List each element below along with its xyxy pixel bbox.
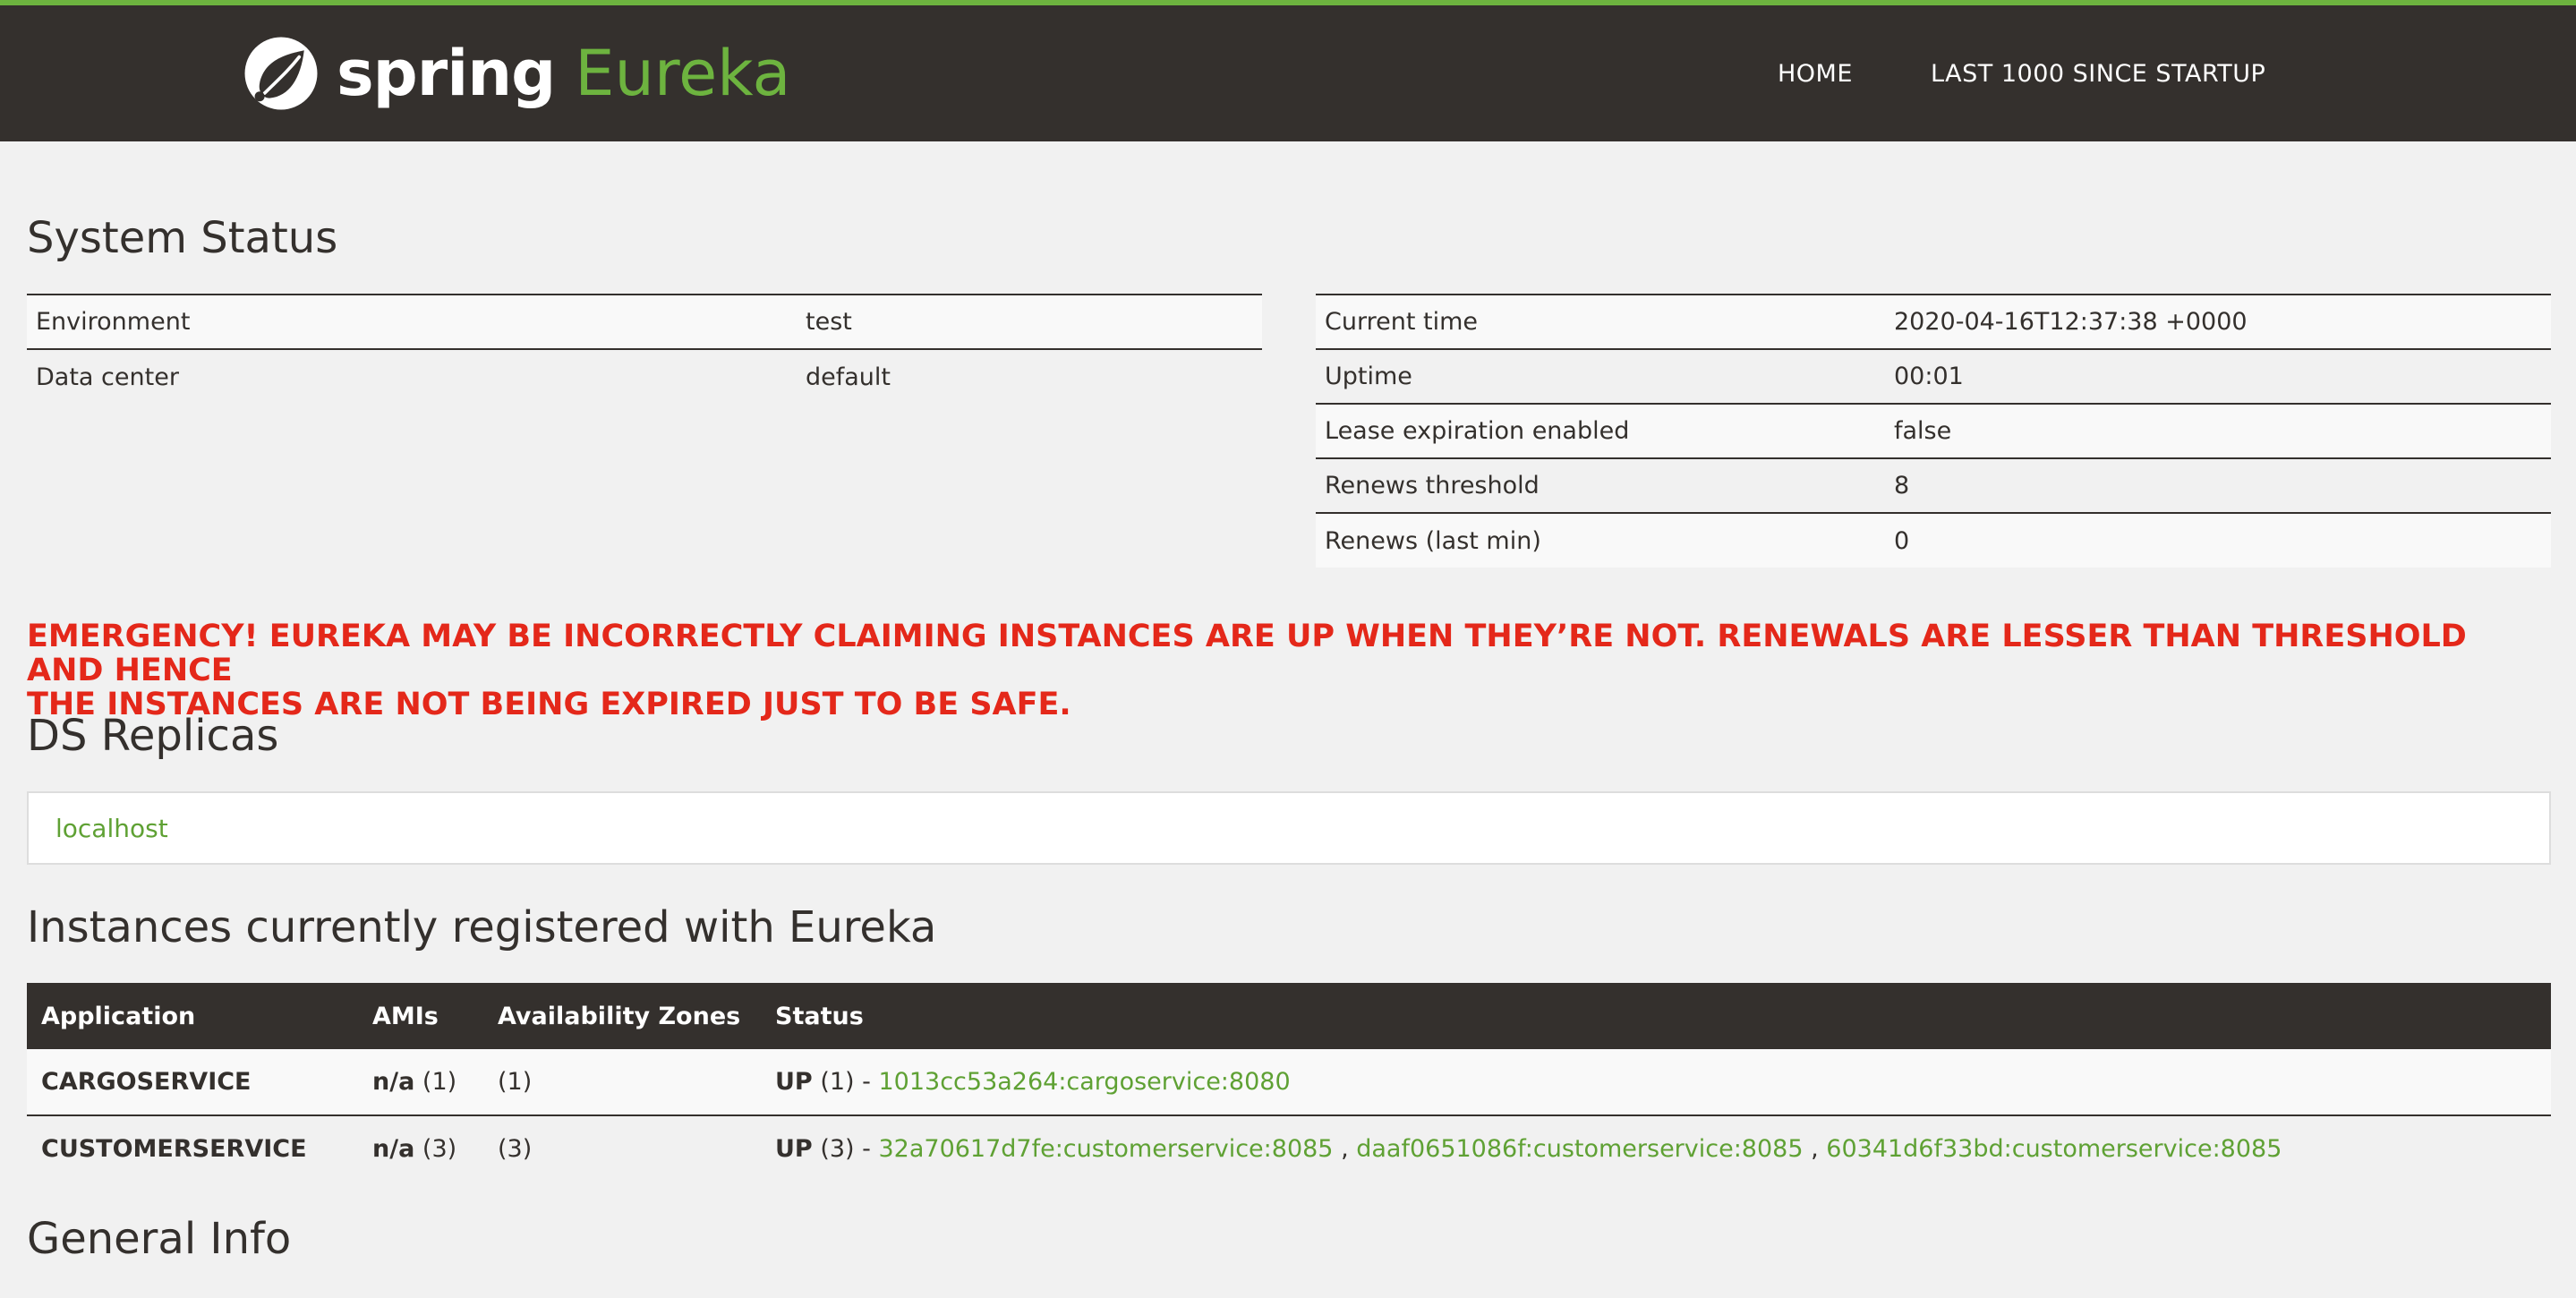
nav-home-link[interactable]: HOME: [1778, 5, 1853, 141]
replica-link-localhost[interactable]: localhost: [55, 814, 168, 843]
instances-title: Instances currently registered with Eure…: [27, 902, 937, 952]
table-row: CARGOSERVICE n/a (1) (1) UP (1) - 1013cc…: [27, 1049, 2551, 1115]
status-up: UP: [775, 1068, 813, 1096]
application-name: CUSTOMERSERVICE: [27, 1114, 358, 1182]
instance-link[interactable]: 60341d6f33bd:customerservice:8085: [1826, 1135, 2282, 1163]
spring-eureka-logo[interactable]: spring Eureka: [240, 30, 790, 116]
table-row: Renews (last min) 0: [1316, 512, 2551, 568]
logo-word-eureka: Eureka: [575, 37, 791, 110]
table-row: CUSTOMERSERVICE n/a (3) (3) UP (3) - 32a…: [27, 1114, 2551, 1182]
status-key: Lease expiration enabled: [1316, 403, 1885, 458]
status-key: Uptime: [1316, 348, 1885, 404]
column-header-status: Status: [761, 983, 2551, 1049]
ami-count: (1): [422, 1068, 457, 1096]
status-value: 0: [1885, 512, 2551, 568]
status-count: (3) -: [820, 1135, 871, 1163]
ami-value: n/a: [372, 1135, 415, 1163]
column-header-amis: AMIs: [358, 983, 483, 1049]
ami-count: (3): [422, 1135, 457, 1163]
status-count: (1) -: [820, 1068, 871, 1096]
nav-last-1000-link[interactable]: LAST 1000 SINCE STARTUP: [1931, 5, 2265, 141]
status-key: Renews (last min): [1316, 512, 1885, 568]
status-value: false: [1885, 403, 2551, 458]
column-header-availability-zones: Availability Zones: [483, 983, 761, 1049]
emergency-warning: EMERGENCY! EUREKA MAY BE INCORRECTLY CLA…: [27, 619, 2551, 722]
status-value: 00:01: [1885, 348, 2551, 404]
instance-link[interactable]: daaf0651086f:customerservice:8085: [1356, 1135, 1803, 1163]
system-status-left-table: Environment test Data center default: [27, 294, 1262, 404]
status-cell: UP (1) - 1013cc53a264:cargoservice:8080: [761, 1049, 2551, 1115]
table-row: Current time 2020-04-16T12:37:38 +0000: [1316, 294, 2551, 349]
link-separator: ,: [1333, 1135, 1357, 1163]
zones-cell: (3): [483, 1114, 761, 1182]
status-up: UP: [775, 1135, 813, 1163]
table-row: Environment test: [27, 294, 1262, 349]
status-key: Data center: [27, 348, 797, 404]
application-name: CARGOSERVICE: [27, 1049, 358, 1115]
table-header-row: Application AMIs Availability Zones Stat…: [27, 983, 2551, 1049]
table-row: Lease expiration enabled false: [1316, 403, 2551, 458]
zones-cell: (1): [483, 1049, 761, 1115]
ami-cell: n/a (3): [358, 1114, 483, 1182]
logo-word-spring: spring: [337, 37, 556, 110]
ds-replicas-title: DS Replicas: [27, 711, 279, 761]
link-separator: ,: [1803, 1135, 1827, 1163]
top-navbar: spring Eureka HOME LAST 1000 SINCE START…: [0, 0, 2576, 141]
status-cell: UP (3) - 32a70617d7fe:customerservice:80…: [761, 1114, 2551, 1182]
system-status-right-table: Current time 2020-04-16T12:37:38 +0000 U…: [1316, 294, 2551, 568]
status-value: default: [797, 348, 1262, 404]
emergency-line-1: EMERGENCY! EUREKA MAY BE INCORRECTLY CLA…: [27, 619, 2467, 688]
status-key: Current time: [1316, 294, 1885, 349]
system-status-title: System Status: [27, 213, 338, 263]
status-key: Renews threshold: [1316, 457, 1885, 513]
ami-cell: n/a (1): [358, 1049, 483, 1115]
ami-value: n/a: [372, 1068, 415, 1096]
table-row: Uptime 00:01: [1316, 348, 2551, 404]
emergency-line-2: THE INSTANCES ARE NOT BEING EXPIRED JUST…: [27, 687, 1071, 722]
instance-link[interactable]: 1013cc53a264:cargoservice:8080: [878, 1068, 1290, 1096]
spring-leaf-icon: [244, 37, 318, 110]
status-value: 8: [1885, 457, 2551, 513]
table-row: Data center default: [27, 348, 1262, 404]
table-row: Renews threshold 8: [1316, 457, 2551, 513]
ds-replicas-list: localhost: [27, 791, 2551, 865]
status-key: Environment: [27, 294, 797, 349]
status-value: 2020-04-16T12:37:38 +0000: [1885, 294, 2551, 349]
instance-link[interactable]: 32a70617d7fe:customerservice:8085: [878, 1135, 1333, 1163]
general-info-title: General Info: [27, 1214, 292, 1264]
column-header-application: Application: [27, 983, 358, 1049]
status-value: test: [797, 294, 1262, 349]
instances-table: Application AMIs Availability Zones Stat…: [27, 983, 2551, 1182]
